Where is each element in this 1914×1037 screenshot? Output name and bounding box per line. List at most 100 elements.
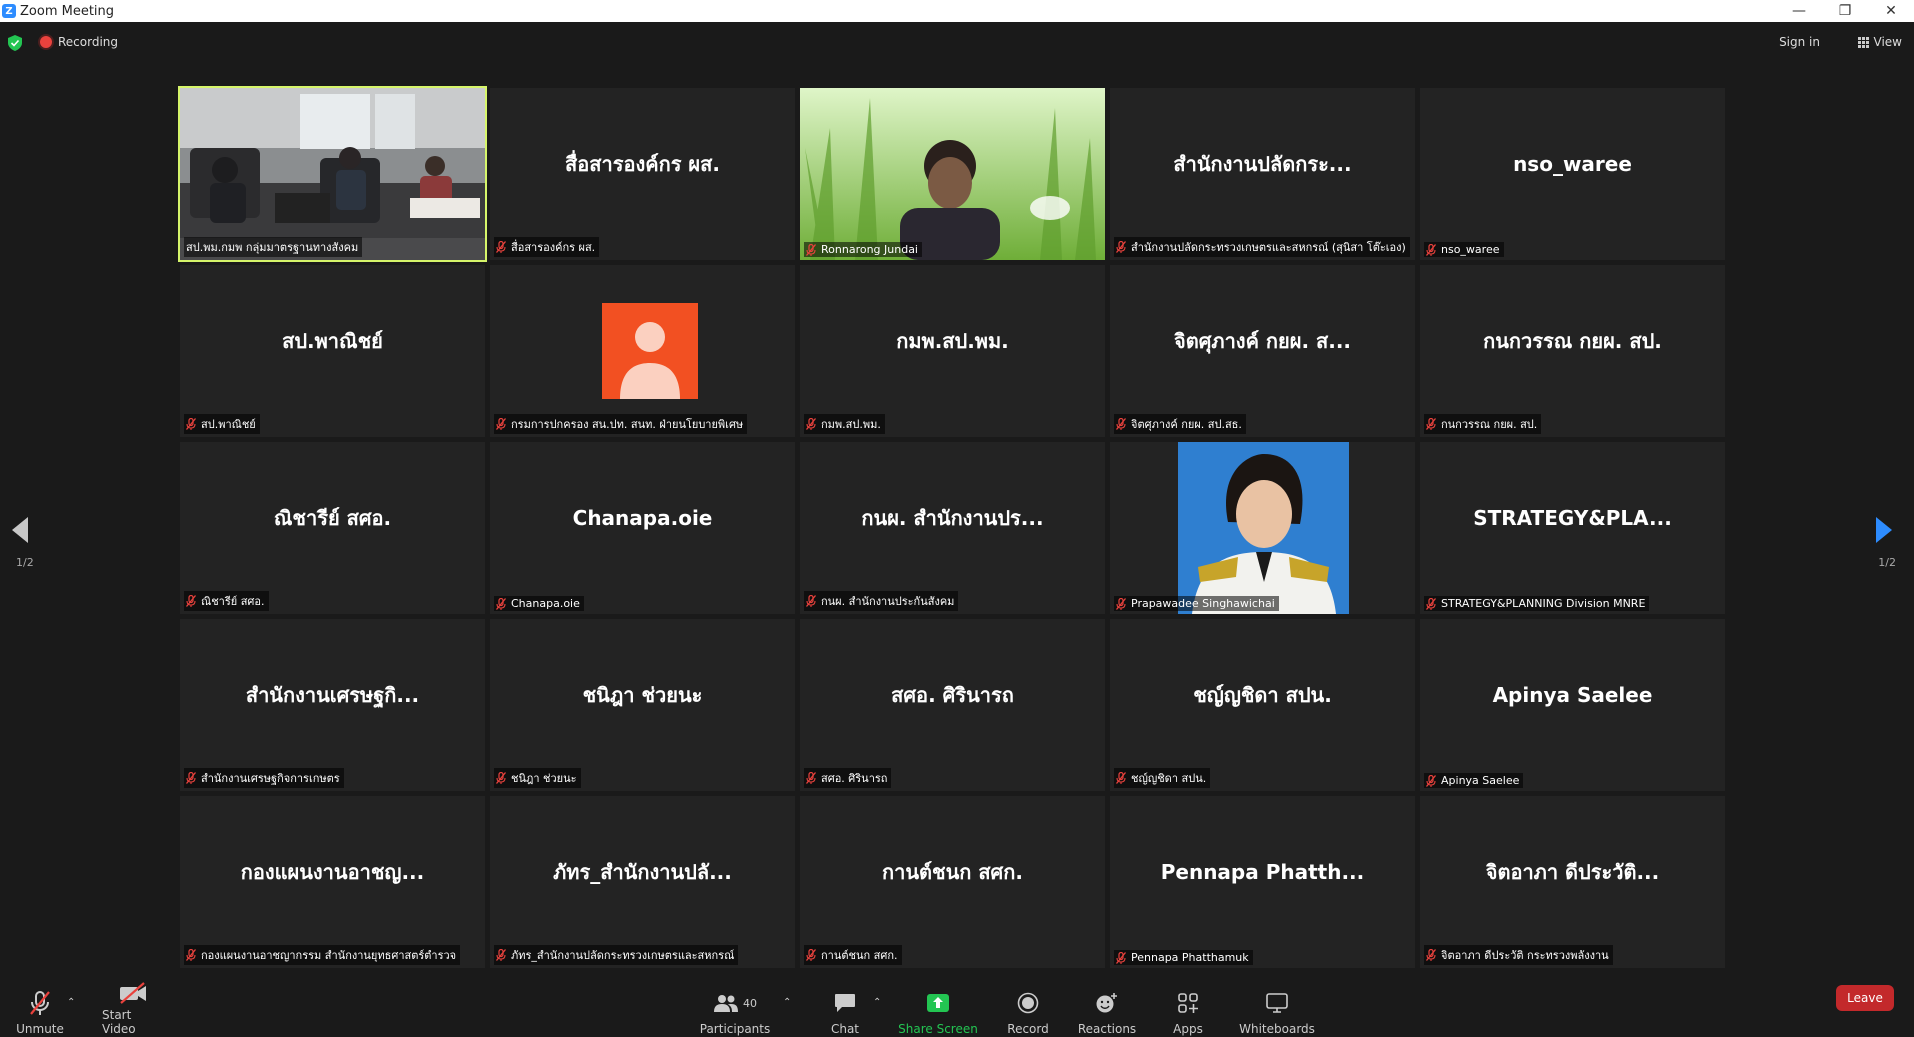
participant-name-label: กนกวรรณ กยผ. สป. bbox=[1424, 414, 1542, 434]
participant-name: จิตอาภา ดีประวัติ กระทรวงพลังงาน bbox=[1441, 949, 1609, 962]
participant-tile[interactable]: กนผ. สำนักงานปร... กนผ. สำนักงานประกันสัง… bbox=[800, 442, 1105, 614]
participant-tile[interactable]: กนกวรรณ กยผ. สป. กนกวรรณ กยผ. สป. bbox=[1420, 265, 1725, 437]
participant-tile[interactable]: สศอ. ศิรินารถ สศอ. ศิรินารถ bbox=[800, 619, 1105, 791]
previous-page-arrow-icon[interactable] bbox=[12, 517, 28, 543]
muted-mic-icon bbox=[806, 418, 816, 430]
participant-tile[interactable]: สื่อสารองค์กร ผส. สื่อสารองค์กร ผส. bbox=[490, 88, 795, 260]
participant-tile[interactable]: nso_waree nso_waree bbox=[1420, 88, 1725, 260]
video-off-icon bbox=[120, 982, 146, 1004]
participant-tile[interactable]: สป.พาณิชย์ สป.พาณิชย์ bbox=[180, 265, 485, 437]
participant-name: กรมการปกครอง สน.ปท. สนท. ฝ่ายนโยบายพิเศษ bbox=[511, 418, 744, 431]
record-label: Record bbox=[1007, 1022, 1049, 1036]
video-feed-meeting-room bbox=[180, 88, 485, 260]
participant-tile[interactable]: Apinya Saelee Apinya Saelee bbox=[1420, 619, 1725, 791]
muted-mic-icon bbox=[1426, 597, 1436, 610]
muted-mic-icon bbox=[186, 595, 196, 607]
participant-name: ณิชารีย์ สศอ. bbox=[201, 595, 265, 608]
meeting-topbar: Recording Sign in View bbox=[0, 22, 1914, 64]
start-video-label: Start Video bbox=[102, 1008, 136, 1036]
participant-tile[interactable]: จิตอาภา ดีประวัติ... จิตอาภา ดีประวัติ กร… bbox=[1420, 796, 1725, 968]
participant-name-label: Chanapa.oie bbox=[494, 596, 584, 611]
participant-name: จิตศุภางค์ กยผ. สป.สธ. bbox=[1131, 418, 1242, 431]
signin-button[interactable]: Sign in bbox=[1779, 35, 1820, 49]
participant-tile[interactable]: กรมการปกครอง สน.ปท. สนท. ฝ่ายนโยบายพิเศษ bbox=[490, 265, 795, 437]
muted-mic-icon bbox=[496, 418, 506, 430]
participant-name-label: สศอ. ศิรินารถ bbox=[804, 768, 892, 788]
apps-button[interactable]: Apps bbox=[1166, 982, 1210, 1037]
muted-mic-icon bbox=[806, 949, 816, 961]
apps-icon bbox=[1178, 993, 1198, 1013]
muted-mic-icon bbox=[1116, 241, 1126, 253]
participants-options-caret-icon[interactable]: ⌃ bbox=[783, 997, 791, 1008]
participant-tile[interactable]: ภัทร_สำนักงานปลั... ภัทร_สำนักงานปลัดกระท… bbox=[490, 796, 795, 968]
participant-tile[interactable]: Chanapa.oie Chanapa.oie bbox=[490, 442, 795, 614]
record-button[interactable]: Record bbox=[1002, 982, 1054, 1037]
participant-name-label: สำนักงานเศรษฐกิจการเกษตร bbox=[184, 768, 344, 788]
leave-button[interactable]: Leave bbox=[1836, 985, 1894, 1011]
security-shield-icon[interactable] bbox=[8, 35, 22, 51]
participants-button[interactable]: 40 Participants bbox=[700, 982, 770, 1037]
muted-mic-icon bbox=[1426, 418, 1436, 430]
participant-tile[interactable]: STRATEGY&PLA... STRATEGY&PLANNING Divisio… bbox=[1420, 442, 1725, 614]
participant-display-name: สำนักงานเศรษฐกิ... bbox=[245, 683, 420, 707]
participant-tile[interactable]: Pennapa Phatth... Pennapa Phatthamuk bbox=[1110, 796, 1415, 968]
chat-button[interactable]: Chat bbox=[822, 982, 868, 1037]
participant-name-label: กานต์ชนก สศก. bbox=[804, 945, 902, 965]
whiteboards-button[interactable]: Whiteboards bbox=[1239, 982, 1315, 1037]
muted-mic-icon bbox=[1116, 597, 1126, 610]
participant-tile[interactable]: กมพ.สป.พม. กมพ.สป.พม. bbox=[800, 265, 1105, 437]
participant-tile[interactable]: สำนักงานปลัดกระ... สำนักงานปลัดกระทรวงเกษ… bbox=[1110, 88, 1415, 260]
default-avatar-icon bbox=[602, 303, 698, 399]
participant-display-name: กองแผนงานอาชญ... bbox=[240, 860, 425, 884]
participant-tile[interactable]: ชญ์ญชิดา สปน. ชญ์ญชิดา สปน. bbox=[1110, 619, 1415, 791]
participant-name: ภัทร_สำนักงานปลัดกระทรวงเกษตรและสหกรณ์ bbox=[511, 949, 735, 962]
participant-name: STRATEGY&PLANNING Division MNRE bbox=[1441, 597, 1646, 610]
participant-name-label: Ronnarong Jundai bbox=[804, 242, 922, 257]
close-button[interactable]: ✕ bbox=[1868, 0, 1914, 22]
participant-name: ชญ์ญชิดา สปน. bbox=[1131, 772, 1207, 785]
participant-display-name: กนผ. สำนักงานปร... bbox=[861, 506, 1044, 530]
muted-mic-icon bbox=[496, 949, 506, 961]
reactions-icon bbox=[1096, 993, 1117, 1013]
participant-display-name: สื่อสารองค์กร ผส. bbox=[565, 152, 720, 176]
restore-button[interactable]: ❐ bbox=[1822, 0, 1868, 22]
participants-count: 40 bbox=[743, 996, 757, 1010]
participant-name-label: ณิชารีย์ สศอ. bbox=[184, 591, 269, 611]
muted-microphone-icon bbox=[30, 991, 50, 1015]
audio-options-caret-icon[interactable]: ⌃ bbox=[67, 997, 75, 1008]
participant-name: Chanapa.oie bbox=[511, 597, 580, 610]
chat-label: Chat bbox=[830, 1022, 860, 1036]
participant-tile[interactable]: กานต์ชนก สศก. กานต์ชนก สศก. bbox=[800, 796, 1105, 968]
view-button[interactable]: View bbox=[1857, 35, 1902, 49]
muted-mic-icon bbox=[1426, 774, 1436, 787]
recording-indicator[interactable]: Recording bbox=[40, 35, 118, 49]
participant-tile[interactable]: กองแผนงานอาชญ... กองแผนงานอาชญากรรม สำนัก… bbox=[180, 796, 485, 968]
unmute-button[interactable]: Unmute bbox=[14, 982, 66, 1037]
minimize-button[interactable]: — bbox=[1776, 0, 1822, 22]
participant-display-name: Pennapa Phatth... bbox=[1160, 860, 1365, 884]
start-video-button[interactable]: Start Video bbox=[102, 982, 164, 1037]
participant-tile[interactable]: Ronnarong Jundai bbox=[800, 88, 1105, 260]
muted-mic-icon bbox=[496, 597, 506, 610]
participant-name-label: Prapawadee Singhawichai bbox=[1114, 596, 1279, 611]
next-page-arrow-icon[interactable] bbox=[1876, 517, 1892, 543]
muted-mic-icon bbox=[186, 772, 196, 784]
participant-display-name: สป.พาณิชย์ bbox=[282, 329, 383, 353]
participant-name-label: จิตศุภางค์ กยผ. สป.สธ. bbox=[1114, 414, 1246, 434]
page-indicator-right: 1/2 bbox=[1878, 556, 1896, 569]
participant-tile[interactable]: จิตศุภางค์ กยผ. ส... จิตศุภางค์ กยผ. สป.ส… bbox=[1110, 265, 1415, 437]
participant-tile[interactable]: Prapawadee Singhawichai bbox=[1110, 442, 1415, 614]
participant-name-label: สป.พาณิชย์ bbox=[184, 414, 260, 434]
participant-tile[interactable]: ชนิฎา ช่วยนะ ชนิฎา ช่วยนะ bbox=[490, 619, 795, 791]
participant-tile-active-speaker[interactable]: สป.พม.กมพ กลุ่มมาตรฐานทางสังคม bbox=[178, 86, 487, 262]
share-screen-button[interactable]: Share Screen bbox=[898, 982, 978, 1037]
muted-mic-icon bbox=[1116, 418, 1126, 430]
chat-options-caret-icon[interactable]: ⌃ bbox=[873, 997, 881, 1008]
whiteboards-label: Whiteboards bbox=[1239, 1022, 1315, 1036]
participant-tile[interactable]: ณิชารีย์ สศอ. ณิชารีย์ สศอ. bbox=[180, 442, 485, 614]
participant-display-name: nso_waree bbox=[1513, 152, 1632, 176]
reactions-button[interactable]: Reactions bbox=[1078, 982, 1136, 1037]
zoom-logo-icon: Z bbox=[2, 4, 16, 18]
participant-name-label: ภัทร_สำนักงานปลัดกระทรวงเกษตรและสหกรณ์ bbox=[494, 945, 739, 965]
participant-tile[interactable]: สำนักงานเศรษฐกิ... สำนักงานเศรษฐกิจการเกษ… bbox=[180, 619, 485, 791]
